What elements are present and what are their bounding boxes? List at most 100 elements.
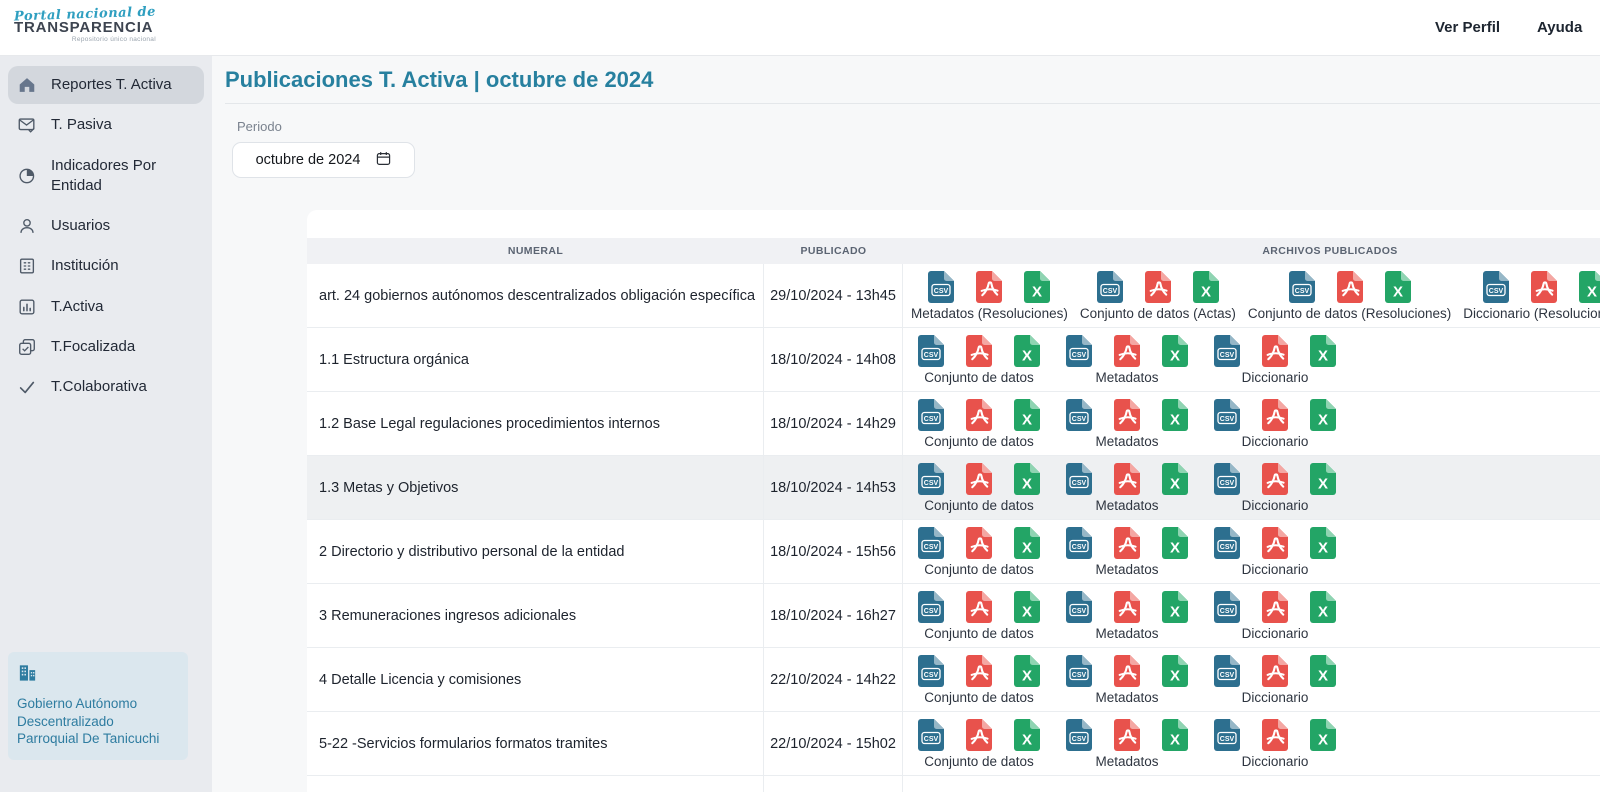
pdf-file-icon[interactable]: [1145, 271, 1171, 303]
period-date-input[interactable]: octubre de 2024: [232, 142, 415, 178]
pdf-file-icon[interactable]: [1262, 399, 1288, 431]
pdf-file-icon[interactable]: [1337, 271, 1363, 303]
pdf-file-icon[interactable]: [1531, 271, 1557, 303]
xlsx-file-icon[interactable]: X: [1014, 655, 1040, 687]
pdf-file-icon[interactable]: [966, 655, 992, 687]
file-group-metadatos: CSVXMetadatos: [1053, 719, 1201, 769]
csv-file-icon[interactable]: CSV: [1066, 719, 1092, 751]
pdf-file-icon[interactable]: [966, 591, 992, 623]
pdf-file-icon[interactable]: [1114, 591, 1140, 623]
xlsx-file-icon[interactable]: X: [1162, 335, 1188, 367]
xlsx-file-icon[interactable]: X: [1014, 527, 1040, 559]
csv-file-icon[interactable]: CSV: [918, 527, 944, 559]
pdf-file-icon[interactable]: [1262, 335, 1288, 367]
csv-file-icon[interactable]: CSV: [1066, 591, 1092, 623]
pdf-file-icon[interactable]: [966, 399, 992, 431]
xlsx-file-icon[interactable]: X: [1014, 335, 1040, 367]
csv-file-icon[interactable]: CSV: [918, 399, 944, 431]
sidebar-item-t-activa[interactable]: T.Activa: [8, 288, 204, 326]
file-group-diccionario: CSVXDiccionario: [1201, 719, 1349, 769]
csv-file-icon[interactable]: CSV: [1483, 271, 1509, 303]
csv-file-icon[interactable]: CSV: [1066, 399, 1092, 431]
ayuda-link[interactable]: Ayuda: [1537, 19, 1582, 36]
xlsx-file-icon[interactable]: X: [1014, 463, 1040, 495]
xlsx-file-icon[interactable]: X: [1024, 271, 1050, 303]
xlsx-file-icon[interactable]: X: [1162, 655, 1188, 687]
pdf-file-icon[interactable]: [1262, 655, 1288, 687]
sidebar-item-reportes-t-activa[interactable]: Reportes T. Activa: [8, 66, 204, 104]
xlsx-file-icon[interactable]: X: [1310, 399, 1336, 431]
xlsx-file-icon[interactable]: X: [1162, 719, 1188, 751]
xlsx-file-icon[interactable]: X: [1310, 463, 1336, 495]
pdf-file-icon[interactable]: [1262, 719, 1288, 751]
pdf-file-icon[interactable]: [1262, 591, 1288, 623]
xlsx-file-icon[interactable]: X: [1162, 527, 1188, 559]
xlsx-file-icon[interactable]: X: [1162, 463, 1188, 495]
csv-file-icon[interactable]: CSV: [1066, 527, 1092, 559]
pdf-file-icon[interactable]: [966, 719, 992, 751]
sidebar-item-t-focalizada[interactable]: T.Focalizada: [8, 328, 204, 366]
sidebar-item-t-colaborativa[interactable]: T.Colaborativa: [8, 368, 204, 406]
pdf-file-icon[interactable]: [966, 527, 992, 559]
pdf-file-icon[interactable]: [1114, 399, 1140, 431]
csv-file-icon[interactable]: CSV: [918, 591, 944, 623]
svg-text:X: X: [1022, 603, 1032, 620]
csv-file-icon[interactable]: CSV: [1214, 399, 1240, 431]
csv-file-icon[interactable]: CSV: [918, 463, 944, 495]
pdf-file-icon[interactable]: [966, 463, 992, 495]
csv-file-icon[interactable]: CSV: [1289, 271, 1315, 303]
csv-file-icon[interactable]: CSV: [918, 655, 944, 687]
xlsx-file-icon[interactable]: X: [1310, 335, 1336, 367]
xlsx-file-icon[interactable]: X: [1310, 719, 1336, 751]
csv-file-icon[interactable]: CSV: [918, 335, 944, 367]
xlsx-file-icon[interactable]: X: [1193, 271, 1219, 303]
pdf-file-icon[interactable]: [966, 335, 992, 367]
xlsx-file-icon[interactable]: X: [1310, 527, 1336, 559]
numeral-cell: art. 24 gobiernos autónomos descentraliz…: [307, 264, 764, 327]
pdf-file-icon[interactable]: [1114, 527, 1140, 559]
xlsx-file-icon[interactable]: X: [1014, 399, 1040, 431]
svg-text:CSV: CSV: [924, 735, 939, 742]
csv-file-icon[interactable]: CSV: [1066, 335, 1092, 367]
xlsx-file-icon[interactable]: X: [1162, 591, 1188, 623]
csv-file-icon[interactable]: CSV: [1214, 591, 1240, 623]
pdf-file-icon[interactable]: [1262, 527, 1288, 559]
csv-file-icon[interactable]: CSV: [1066, 463, 1092, 495]
sidebar-item-label: Institución: [51, 256, 119, 276]
ver-perfil-link[interactable]: Ver Perfil: [1435, 19, 1500, 36]
csv-file-icon[interactable]: CSV: [1214, 463, 1240, 495]
xlsx-file-icon[interactable]: X: [1385, 271, 1411, 303]
pdf-file-icon[interactable]: [1262, 463, 1288, 495]
portal-logo[interactable]: Portal nacional de TRANSPARENCIA Reposit…: [14, 7, 156, 43]
xlsx-file-icon[interactable]: X: [1310, 591, 1336, 623]
csv-file-icon[interactable]: CSV: [1214, 527, 1240, 559]
file-icons-row: CSV X: [1214, 527, 1336, 559]
file-group-label: Metadatos: [1095, 498, 1158, 513]
calendar-icon[interactable]: [376, 151, 391, 170]
sidebar-item-t-pasiva[interactable]: T. Pasiva: [8, 106, 204, 144]
csv-file-icon[interactable]: CSV: [1214, 335, 1240, 367]
pdf-file-icon[interactable]: [1114, 719, 1140, 751]
sidebar-item-indicadores-por-entidad[interactable]: Indicadores Por Entidad: [8, 147, 204, 206]
csv-file-icon[interactable]: CSV: [928, 271, 954, 303]
entity-card[interactable]: Gobierno Autónomo Descentralizado Parroq…: [8, 652, 188, 760]
xlsx-file-icon[interactable]: X: [1014, 719, 1040, 751]
xlsx-file-icon[interactable]: X: [1162, 399, 1188, 431]
svg-text:X: X: [1587, 283, 1597, 300]
csv-file-icon[interactable]: CSV: [918, 719, 944, 751]
file-icons-row: CSV X: [1214, 399, 1336, 431]
sidebar-item-usuarios[interactable]: Usuarios: [8, 207, 204, 245]
csv-file-icon[interactable]: CSV: [1097, 271, 1123, 303]
csv-file-icon[interactable]: CSV: [1214, 655, 1240, 687]
file-group-label: Diccionario: [1242, 626, 1309, 641]
xlsx-file-icon[interactable]: X: [1014, 591, 1040, 623]
pdf-file-icon[interactable]: [1114, 655, 1140, 687]
pdf-file-icon[interactable]: [1114, 335, 1140, 367]
csv-file-icon[interactable]: CSV: [1066, 655, 1092, 687]
pdf-file-icon[interactable]: [1114, 463, 1140, 495]
xlsx-file-icon[interactable]: X: [1310, 655, 1336, 687]
pdf-file-icon[interactable]: [976, 271, 1002, 303]
csv-file-icon[interactable]: CSV: [1214, 719, 1240, 751]
sidebar-item-instituci-n[interactable]: Institución: [8, 247, 204, 285]
xlsx-file-icon[interactable]: X: [1579, 271, 1600, 303]
